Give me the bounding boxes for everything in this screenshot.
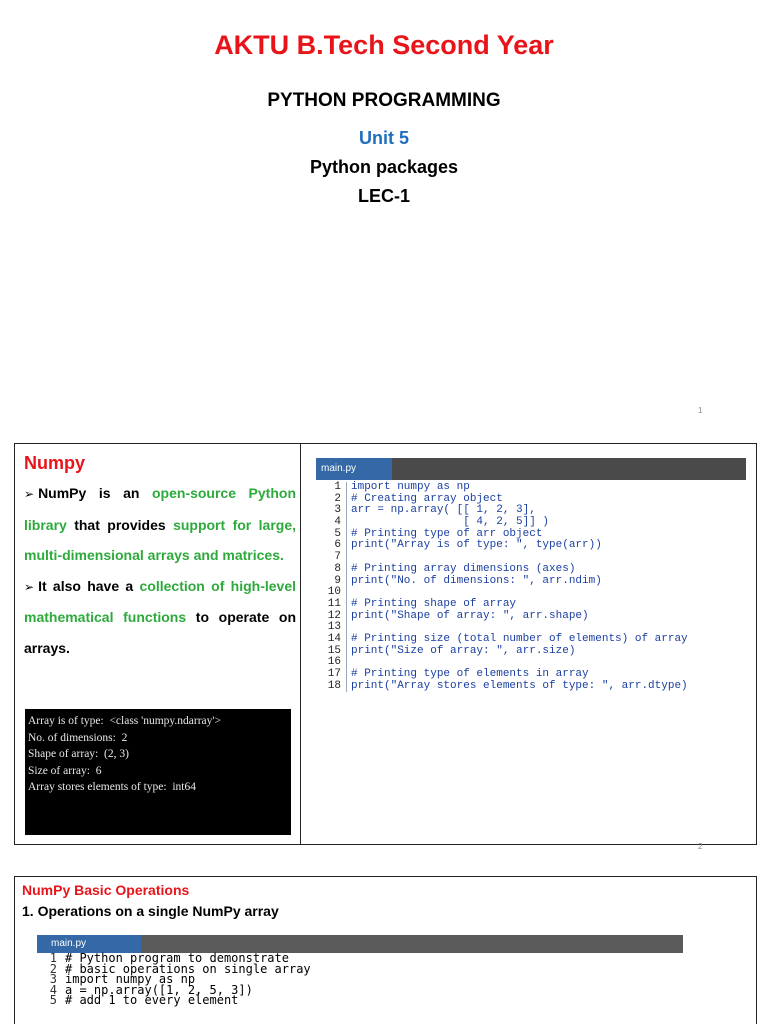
code-line: 14 # Printing size (total number of eleme… bbox=[316, 632, 746, 646]
gutter-divider bbox=[346, 669, 347, 681]
code-text: # Printing type of elements in array bbox=[351, 668, 589, 680]
code-text: import numpy as np bbox=[351, 481, 470, 493]
line-number: 18 bbox=[327, 679, 341, 692]
gutter-divider bbox=[346, 563, 347, 576]
numpy-slide: Numpy ➢ NumPy is an open-source Python li… bbox=[14, 443, 757, 845]
terminal-line: Array is of type: <class 'numpy.ndarray'… bbox=[28, 715, 221, 727]
terminal-line: Size of array: 6 bbox=[28, 764, 102, 777]
code-line: 4 [ 4, 2, 5]] ) bbox=[316, 516, 746, 529]
gutter-divider bbox=[346, 633, 347, 646]
gutter-divider bbox=[346, 517, 347, 529]
code-line: 18 print("Array stores elements of type: … bbox=[316, 679, 746, 693]
bullet-item: ➢ NumPy is an open-source Python library … bbox=[24, 478, 296, 571]
code-line: 11 # Printing shape of array bbox=[316, 597, 746, 611]
code-listing: 1 import numpy as np 2 # Creating array obj… bbox=[316, 481, 746, 693]
line-number: 5 bbox=[49, 993, 57, 1008]
code-editor: main.py 1 # Python program to demonstrate… bbox=[37, 935, 683, 1024]
code-line: 5 # add 1 to every element bbox=[37, 993, 683, 1008]
code-line: 17 # Printing type of elements in array bbox=[316, 668, 746, 681]
code-line: 6 print("Array is of type: ", type(arr)) bbox=[316, 539, 746, 553]
line-number: 17 bbox=[327, 668, 341, 680]
line-number: 6 bbox=[334, 539, 341, 552]
gutter-divider bbox=[346, 587, 347, 599]
gutter-divider bbox=[346, 680, 347, 693]
line-number: 3 bbox=[334, 504, 341, 517]
code-editor: main.py 1 import numpy as np 2 # Creating a… bbox=[316, 458, 746, 778]
bullet-text: It also have a bbox=[38, 577, 140, 594]
line-number: 4 bbox=[334, 516, 341, 529]
code-line: 9 print("No. of dimensions: ", arr.ndim) bbox=[316, 574, 746, 588]
code-text: # Printing shape of array bbox=[351, 597, 517, 610]
main-title: AKTU B.Tech Second Year bbox=[214, 30, 554, 60]
code-text: # add 1 to every element bbox=[65, 993, 239, 1008]
title-slide: AKTU B.Tech Second Year PYTHON PROGRAMMI… bbox=[0, 0, 768, 430]
bullet-arrow-icon: ➢ bbox=[24, 579, 35, 594]
numpy-heading: Numpy bbox=[24, 453, 86, 473]
numpy-code-panel: main.py 1 import numpy as np 2 # Creating a… bbox=[302, 444, 756, 844]
gutter-divider bbox=[346, 622, 347, 634]
line-number: 5 bbox=[334, 527, 341, 540]
topic-label: Python packages bbox=[309, 157, 459, 177]
bullet-text: NumPy is an bbox=[38, 485, 152, 501]
gutter-divider bbox=[346, 528, 347, 541]
code-text: # Printing size (total number of element… bbox=[351, 632, 688, 645]
lecture-label: LEC-1 bbox=[357, 186, 410, 206]
code-text: # Printing array dimensions (axes) bbox=[351, 562, 576, 575]
line-number: 1 bbox=[334, 481, 341, 493]
code-text: print("Array stores elements of type: ",… bbox=[351, 679, 688, 692]
line-number: 11 bbox=[327, 597, 341, 610]
code-line: 8 # Printing array dimensions (axes) bbox=[316, 562, 746, 576]
gutter-divider bbox=[346, 598, 347, 611]
gutter-divider bbox=[346, 482, 347, 494]
gutter-divider bbox=[346, 657, 347, 669]
code-text: print("Size of array: ", arr.size) bbox=[351, 644, 576, 657]
gutter-divider bbox=[346, 575, 347, 588]
terminal-line: No. of dimensions: 2 bbox=[28, 731, 128, 744]
code-text: print("Array is of type: ", type(arr)) bbox=[351, 539, 602, 552]
code-text: [ 4, 2, 5]] ) bbox=[351, 516, 550, 529]
operations-subheading: 1. Operations on a single NumPy array bbox=[22, 903, 279, 919]
terminal-line: Array stores elements of type: int64 bbox=[28, 781, 196, 793]
line-number: 2 bbox=[334, 492, 341, 505]
gutter-divider bbox=[346, 540, 347, 553]
terminal-output: Array is of type: <class 'numpy.ndarray'… bbox=[25, 709, 291, 835]
numpy-bullets: ➢ NumPy is an open-source Python library … bbox=[24, 478, 296, 663]
line-number: 7 bbox=[334, 551, 341, 564]
code-line: 12 print("Shape of array: ", arr.shape) bbox=[316, 609, 746, 623]
operations-slide: NumPy Basic Operations 1. Operations on … bbox=[14, 876, 757, 1024]
terminal-line: Shape of array: (2, 3) bbox=[28, 748, 129, 760]
code-text: print("No. of dimensions: ", arr.ndim) bbox=[351, 574, 602, 587]
page-number: 2 bbox=[698, 842, 703, 851]
gutter-divider bbox=[346, 493, 347, 506]
gutter-divider bbox=[346, 552, 347, 564]
code-text: print("Shape of array: ", arr.shape) bbox=[351, 609, 589, 622]
code-listing: 1 # Python program to demonstrate 2 # basic… bbox=[37, 952, 683, 1008]
editor-tab-bar: main.py bbox=[316, 458, 746, 480]
gutter-divider bbox=[346, 645, 347, 658]
operations-heading: NumPy Basic Operations bbox=[22, 882, 190, 898]
gutter-divider bbox=[346, 505, 347, 518]
code-line: 15 print("Size of array: ", arr.size) bbox=[316, 644, 746, 658]
gutter-divider bbox=[346, 610, 347, 623]
line-number: 8 bbox=[334, 562, 341, 575]
code-line: 1 import numpy as np bbox=[316, 481, 746, 494]
numpy-text-panel: Numpy ➢ NumPy is an open-source Python li… bbox=[15, 444, 301, 844]
bullet-arrow-icon: ➢ bbox=[24, 487, 35, 501]
editor-tab-main-py[interactable]: main.py bbox=[316, 458, 392, 480]
subject-title: PYTHON PROGRAMMING bbox=[267, 90, 501, 111]
bullet-item: ➢ It also have a collection of high-level… bbox=[24, 571, 296, 664]
unit-label: Unit 5 bbox=[358, 128, 409, 148]
bullet-text: that provides bbox=[66, 516, 174, 533]
page-number: 1 bbox=[698, 406, 703, 415]
line-number: 14 bbox=[327, 632, 341, 645]
